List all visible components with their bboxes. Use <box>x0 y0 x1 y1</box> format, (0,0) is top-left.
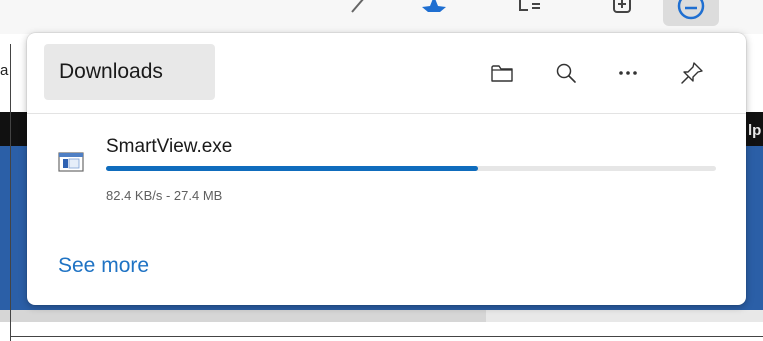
favorite-star-icon[interactable] <box>420 0 448 16</box>
see-more-link[interactable]: See more <box>58 254 149 278</box>
flyout-header: Downloads <box>27 33 746 113</box>
search-downloads-button[interactable] <box>548 55 584 91</box>
background-text-left: a <box>0 62 9 79</box>
download-progress-fill <box>106 166 479 171</box>
download-status: 82.4 KB/s - 27.4 MB <box>106 188 223 203</box>
favorites-list-icon[interactable] <box>516 0 544 16</box>
download-item[interactable]: SmartView.exe 82.4 KB/s - 27.4 MB <box>27 129 746 217</box>
frame-bottom <box>0 322 763 341</box>
downloads-icon <box>677 0 705 20</box>
frame-bottom-border <box>10 336 763 337</box>
flyout-title: Downloads <box>59 60 163 83</box>
folder-icon <box>491 65 513 82</box>
open-downloads-folder-button[interactable] <box>484 55 520 91</box>
page-bottom-band-light <box>486 310 763 322</box>
downloads-flyout: Downloads SmartView.exe 82.4 KB/s - 27.4… <box>27 33 746 305</box>
download-file-name[interactable]: SmartView.exe <box>106 136 232 158</box>
executable-file-icon <box>58 152 84 172</box>
more-options-icon <box>619 71 637 75</box>
header-divider <box>27 113 746 114</box>
background-text-right: lp <box>748 122 762 139</box>
frame-left-border <box>10 44 11 341</box>
read-aloud-icon[interactable] <box>348 0 376 16</box>
downloads-toolbar-button[interactable] <box>663 0 719 26</box>
downloads-title-pill[interactable]: Downloads <box>44 44 215 100</box>
screen: a lp Downloads SmartView.exe 82.4 KB/s -… <box>0 0 763 341</box>
more-options-button[interactable] <box>610 55 646 91</box>
pin-flyout-button[interactable] <box>674 55 710 91</box>
collections-icon[interactable] <box>608 0 636 16</box>
download-progress-bar <box>106 166 716 171</box>
search-icon <box>556 63 576 83</box>
pin-icon <box>681 62 703 84</box>
browser-toolbar <box>0 0 763 34</box>
